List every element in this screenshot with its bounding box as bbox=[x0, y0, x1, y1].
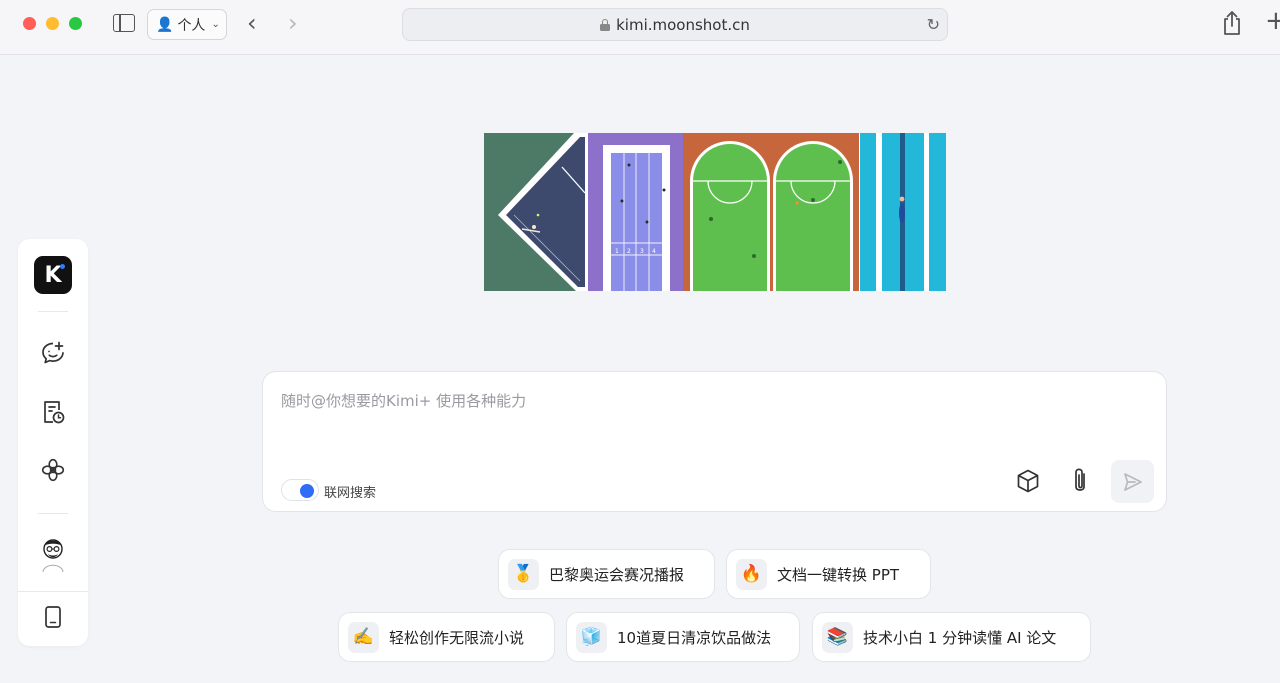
send-icon bbox=[1123, 472, 1142, 491]
forward-button[interactable]: › bbox=[288, 11, 298, 35]
flower-icon[interactable] bbox=[40, 457, 66, 483]
profile-label: 个人 bbox=[177, 17, 206, 34]
chevron-down-icon: ⌄ bbox=[211, 19, 220, 30]
suggestion-label: 文档一键转换 PPT bbox=[777, 565, 900, 584]
close-window-button[interactable] bbox=[23, 17, 36, 30]
history-doc-icon[interactable] bbox=[40, 399, 66, 425]
svg-text:3: 3 bbox=[640, 248, 644, 255]
rail-divider bbox=[38, 513, 68, 514]
rail-divider bbox=[18, 591, 88, 592]
logo-text: K bbox=[44, 262, 62, 288]
avatar[interactable] bbox=[34, 534, 72, 574]
suggestion-label: 技术小白 1 分钟读懂 AI 论文 bbox=[863, 628, 1057, 647]
svg-text:4: 4 bbox=[652, 248, 656, 255]
share-icon[interactable] bbox=[1220, 10, 1244, 36]
chat-plus-icon[interactable] bbox=[40, 340, 66, 366]
browser-toolbar: 👤 个人 ⌄ ‹ › kimi.moonshot.cn ↻ + bbox=[0, 0, 1280, 55]
svg-text:2: 2 bbox=[627, 248, 631, 255]
olympics-kimi-banner: 1 2 3 4 bbox=[484, 133, 946, 291]
back-button[interactable]: ‹ bbox=[247, 11, 257, 35]
left-rail: K bbox=[18, 239, 88, 646]
suggestion-chip[interactable]: 🧊 10道夏日清凉饮品做法 bbox=[566, 612, 800, 662]
chat-input[interactable] bbox=[281, 390, 1141, 450]
medal-icon: 🥇 bbox=[508, 558, 539, 590]
suggestion-label: 轻松创作无限流小说 bbox=[389, 628, 525, 647]
suggestion-label: 巴黎奥运会赛况播报 bbox=[549, 565, 685, 584]
minimize-window-button[interactable] bbox=[46, 17, 59, 30]
cube-icon[interactable] bbox=[1015, 468, 1041, 494]
lock-icon bbox=[600, 18, 611, 31]
rail-divider bbox=[38, 311, 68, 312]
ice-cube-icon: 🧊 bbox=[576, 621, 607, 653]
url-text: kimi.moonshot.cn bbox=[616, 15, 750, 34]
zoom-window-button[interactable] bbox=[69, 17, 82, 30]
suggestion-label: 10道夏日清凉饮品做法 bbox=[617, 628, 772, 647]
suggestion-chip[interactable]: 📚 技术小白 1 分钟读懂 AI 论文 bbox=[812, 612, 1091, 662]
books-icon: 📚 bbox=[822, 621, 853, 653]
suggestion-chip[interactable]: 🥇 巴黎奥运会赛况播报 bbox=[498, 549, 715, 599]
suggestion-chip[interactable]: 🔥 文档一键转换 PPT bbox=[726, 549, 931, 599]
new-tab-icon[interactable]: + bbox=[1265, 8, 1280, 34]
send-button[interactable] bbox=[1111, 460, 1154, 503]
web-search-toggle[interactable] bbox=[281, 479, 319, 501]
writing-hand-icon: ✍️ bbox=[348, 621, 379, 653]
person-icon: 👤 bbox=[156, 16, 174, 33]
fire-icon: 🔥 bbox=[736, 558, 767, 590]
kimi-logo[interactable]: K bbox=[34, 256, 72, 294]
address-bar[interactable]: kimi.moonshot.cn ↻ bbox=[402, 8, 948, 41]
sidebar-toggle-icon[interactable] bbox=[113, 14, 135, 32]
profile-button[interactable]: 👤 个人 ⌄ bbox=[147, 9, 227, 40]
web-search-label: 联网搜索 bbox=[324, 486, 377, 501]
paperclip-icon[interactable] bbox=[1069, 466, 1091, 496]
reload-icon[interactable]: ↻ bbox=[927, 15, 940, 34]
chat-composer: 联网搜索 bbox=[262, 371, 1167, 512]
device-icon[interactable] bbox=[40, 604, 66, 630]
svg-text:1: 1 bbox=[615, 248, 619, 255]
suggestion-chip[interactable]: ✍️ 轻松创作无限流小说 bbox=[338, 612, 555, 662]
